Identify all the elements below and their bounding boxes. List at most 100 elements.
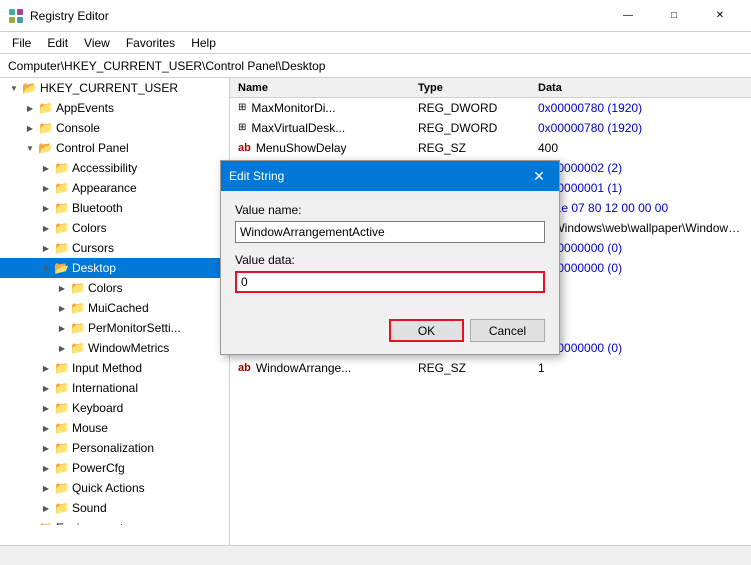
tree-item[interactable]: ▶📁Bluetooth <box>0 198 229 218</box>
tree-item-label: Mouse <box>72 421 108 435</box>
menu-edit[interactable]: Edit <box>39 34 76 52</box>
tree-item-label: Colors <box>88 281 123 295</box>
tree-item[interactable]: ▶📁Cursors <box>0 238 229 258</box>
cell-data: C:\Windows\web\wallpaper\Windows\img0.j <box>530 221 751 235</box>
expand-icon[interactable]: ▼ <box>40 262 52 274</box>
expand-icon[interactable]: ▶ <box>40 382 52 394</box>
tree-item[interactable]: ▶📁Colors <box>0 278 229 298</box>
expand-icon[interactable]: ▶ <box>24 522 36 525</box>
folder-icon: 📁 <box>38 521 53 525</box>
expand-icon[interactable]: ▶ <box>56 282 68 294</box>
menu-view[interactable]: View <box>76 34 118 52</box>
tree-item[interactable]: ▶📁PerMonitorSetti... <box>0 318 229 338</box>
menu-file[interactable]: File <box>4 34 39 52</box>
tree-content: ▼📂HKEY_CURRENT_USER▶📁AppEvents▶📁Console▼… <box>0 78 229 525</box>
folder-icon: 📁 <box>54 381 69 395</box>
tree-item[interactable]: ▶📁PowerCfg <box>0 458 229 478</box>
expand-icon[interactable]: ▶ <box>40 162 52 174</box>
folder-icon: 📁 <box>38 101 53 115</box>
value-data-input[interactable] <box>235 271 545 293</box>
expand-icon[interactable]: ▶ <box>40 222 52 234</box>
app-title: Registry Editor <box>30 9 605 23</box>
menu-favorites[interactable]: Favorites <box>118 34 183 52</box>
folder-icon: 📁 <box>38 121 53 135</box>
col-header-data: Data <box>530 78 751 97</box>
tree-item-label: AppEvents <box>56 101 114 115</box>
tree-item-label: Desktop <box>72 261 116 275</box>
expand-icon[interactable]: ▶ <box>40 422 52 434</box>
expand-icon[interactable]: ▶ <box>40 442 52 454</box>
expand-icon[interactable]: ▶ <box>40 482 52 494</box>
tree-item-label: Bluetooth <box>72 201 123 215</box>
cell-type: REG_SZ <box>410 141 530 155</box>
expand-icon[interactable]: ▼ <box>8 82 20 94</box>
folder-icon: 📁 <box>54 201 69 215</box>
tree-item[interactable]: ▶📁Appearance <box>0 178 229 198</box>
folder-icon: 📁 <box>54 421 69 435</box>
tree-item[interactable]: ▶📁WindowMetrics <box>0 338 229 358</box>
window-controls: — □ ✕ <box>605 0 743 32</box>
expand-icon[interactable]: ▶ <box>40 182 52 194</box>
tree-item[interactable]: ▶📁Mouse <box>0 418 229 438</box>
tree-item[interactable]: ▼📂Desktop <box>0 258 229 278</box>
expand-icon[interactable]: ▶ <box>56 342 68 354</box>
cell-data: 0x00000001 (1) <box>530 181 751 195</box>
table-row[interactable]: ⊞MaxVirtualDesk...REG_DWORD0x00000780 (1… <box>230 118 751 138</box>
expand-icon[interactable]: ▶ <box>40 462 52 474</box>
tree-item[interactable]: ▶📁Keyboard <box>0 398 229 418</box>
expand-icon[interactable]: ▶ <box>40 202 52 214</box>
tree-item[interactable]: ▶📁AppEvents <box>0 98 229 118</box>
tree-item-label: Colors <box>72 221 107 235</box>
tree-item[interactable]: ▶📁Input Method <box>0 358 229 378</box>
expand-icon[interactable]: ▶ <box>56 302 68 314</box>
expand-icon[interactable]: ▶ <box>40 362 52 374</box>
expand-icon[interactable]: ▶ <box>56 322 68 334</box>
tree-item[interactable]: ▶📁Colors <box>0 218 229 238</box>
minimize-button[interactable]: — <box>605 0 651 32</box>
table-row[interactable]: abMenuShowDelayREG_SZ400 <box>230 138 751 158</box>
table-row[interactable]: ⊞MaxMonitorDi...REG_DWORD0x00000780 (192… <box>230 98 751 118</box>
cell-data: 0x00000780 (1920) <box>530 121 751 135</box>
value-name-input[interactable] <box>235 221 545 243</box>
close-button[interactable]: ✕ <box>697 0 743 32</box>
folder-icon: 📂 <box>54 261 69 275</box>
tree-item[interactable]: ▶📁MuiCached <box>0 298 229 318</box>
expand-icon[interactable]: ▶ <box>40 502 52 514</box>
dialog-close-button[interactable]: ✕ <box>527 164 551 188</box>
title-bar: Registry Editor — □ ✕ <box>0 0 751 32</box>
tree-item[interactable]: ▼📂HKEY_CURRENT_USER <box>0 78 229 98</box>
tree-item[interactable]: ▶📁Sound <box>0 498 229 518</box>
expand-icon[interactable]: ▶ <box>24 102 36 114</box>
tree-item[interactable]: ▶📁Environment <box>0 518 229 525</box>
dialog-body: Value name: Value data: <box>221 191 559 315</box>
folder-icon: 📁 <box>54 221 69 235</box>
cell-data: 9e 1e 07 80 12 00 00 00 <box>530 201 751 215</box>
tree-item-label: Keyboard <box>72 401 123 415</box>
expand-icon[interactable]: ▶ <box>40 402 52 414</box>
status-bar <box>0 545 751 565</box>
expand-icon[interactable]: ▶ <box>24 122 36 134</box>
tree-item[interactable]: ▶📁Accessibility <box>0 158 229 178</box>
tree-item[interactable]: ▶📁Personalization <box>0 438 229 458</box>
tree-item[interactable]: ▼📂Control Panel <box>0 138 229 158</box>
expand-icon[interactable]: ▼ <box>24 142 36 154</box>
tree-item-label: Control Panel <box>56 141 129 155</box>
tree-item[interactable]: ▶📁International <box>0 378 229 398</box>
cell-data: 3 <box>530 321 751 335</box>
menu-bar: File Edit View Favorites Help <box>0 32 751 54</box>
address-path: Computer\HKEY_CURRENT_USER\Control Panel… <box>8 59 325 73</box>
app-icon <box>8 8 24 24</box>
cancel-button[interactable]: Cancel <box>470 319 545 342</box>
expand-icon[interactable]: ▶ <box>40 242 52 254</box>
tree-item-label: PowerCfg <box>72 461 125 475</box>
tree-item-label: PerMonitorSetti... <box>88 321 181 335</box>
tree-item[interactable]: ▶📁Console <box>0 118 229 138</box>
menu-help[interactable]: Help <box>183 34 224 52</box>
tree-item[interactable]: ▶📁Quick Actions <box>0 478 229 498</box>
folder-icon: 📁 <box>54 241 69 255</box>
table-row[interactable]: abWindowArrange...REG_SZ1 <box>230 358 751 378</box>
maximize-button[interactable]: □ <box>651 0 697 32</box>
ok-button[interactable]: OK <box>389 319 464 342</box>
tree-item-label: International <box>72 381 138 395</box>
folder-icon: 📁 <box>70 321 85 335</box>
